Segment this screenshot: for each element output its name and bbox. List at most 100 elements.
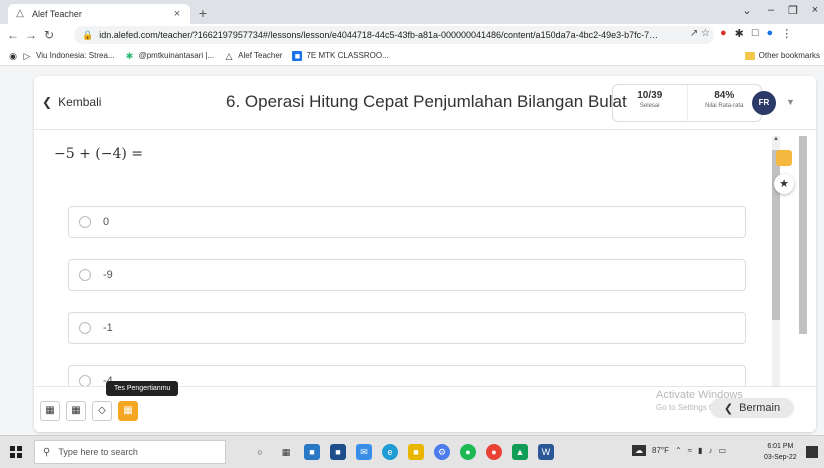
bookmark-label: Alef Teacher <box>238 51 283 60</box>
star-add-icon[interactable]: ★ <box>774 174 794 194</box>
bookmark-pmtku[interactable]: ✱ @pmtkuinantasari |... <box>125 50 215 61</box>
stat-completed-label: Selesai <box>639 103 660 109</box>
answer-text: -1 <box>103 322 113 334</box>
display-icon[interactable]: ▭ <box>718 446 726 455</box>
chevron-left-icon: ❮ <box>723 402 734 415</box>
tooltip: Tes Pengertianmu <box>106 381 179 396</box>
forward-arrow-icon[interactable]: → <box>22 28 40 42</box>
photos-app-icon[interactable]: ■ <box>304 444 320 460</box>
stat-average-label: Nilai Rata-rata <box>705 103 744 109</box>
answer-option[interactable]: 0 <box>68 206 746 238</box>
search-placeholder: Type here to search <box>58 447 138 457</box>
answer-option[interactable]: -1 <box>68 312 746 344</box>
new-tab-button[interactable]: + <box>195 5 211 21</box>
windows-start-icon[interactable] <box>10 446 22 458</box>
folder-icon <box>744 51 755 60</box>
mail-app-icon[interactable]: ✉ <box>356 444 372 460</box>
minimize-button[interactable]: – <box>760 4 782 16</box>
question-text: −5 + (−4) = <box>54 146 144 162</box>
radio-button[interactable] <box>79 216 91 228</box>
tab-search-icon[interactable]: ⌄ <box>736 4 758 17</box>
back-button[interactable]: ❮ Kembali <box>42 95 101 109</box>
extension-icons: ● ✱ □ ● ⋮ <box>720 27 792 40</box>
page-background: ❮ Kembali 6. Operasi Hitung Cepat Penjum… <box>0 66 824 435</box>
bookmark-viu[interactable]: ▷ Viu Indonesia: Strea... <box>22 51 115 61</box>
settings-app-icon[interactable]: ⚙ <box>434 444 450 460</box>
opera-extension-icon[interactable]: ● <box>720 27 727 40</box>
bookmark-label: @pmtkuinantasari |... <box>138 51 215 60</box>
close-tab-icon[interactable]: × <box>170 8 184 20</box>
profile-icon[interactable]: ● <box>767 27 774 40</box>
search-icon: ⚲ <box>43 446 51 458</box>
tool-button-2[interactable]: ▦ <box>66 401 86 421</box>
chrome-app-icon[interactable]: ● <box>486 444 502 460</box>
weather-temp: 87°F <box>652 446 669 455</box>
lesson-card: ❮ Kembali 6. Operasi Hitung Cepat Penjum… <box>34 76 816 432</box>
clock-time: 6:01 PM <box>767 443 794 450</box>
battery-icon[interactable]: ▮ <box>698 446 702 455</box>
whatsapp-app-icon[interactable]: ● <box>460 444 476 460</box>
bookmarks-bar: ◉ ▷ Viu Indonesia: Strea... ✱ @pmtkuinan… <box>0 46 824 66</box>
scroll-up-icon[interactable]: ▲ <box>772 136 780 142</box>
answer-text: -9 <box>103 269 113 281</box>
radio-button[interactable] <box>79 269 91 281</box>
close-window-button[interactable]: × <box>804 4 824 16</box>
notes-icon[interactable] <box>776 150 792 166</box>
reload-icon[interactable]: ↻ <box>40 28 58 42</box>
stat-completed-value: 10/39 <box>637 90 663 101</box>
play-button[interactable]: ❮ Bermain <box>710 398 794 418</box>
bookmark-alef[interactable]: △ Alef Teacher <box>224 50 283 61</box>
play-label: Bermain <box>739 402 781 414</box>
lock-icon: 🔒 <box>82 29 94 40</box>
back-arrow-icon[interactable]: ← <box>4 28 22 42</box>
puzzle-extension-icon[interactable]: ✱ <box>735 27 744 40</box>
taskbar-clock[interactable]: 6:01 PM 03-Sep-22 <box>764 441 797 463</box>
page-title: 6. Operasi Hitung Cepat Penjumlahan Bila… <box>226 92 627 111</box>
browser-tab[interactable]: △ Alef Teacher × <box>8 4 190 24</box>
alef-icon: △ <box>225 50 233 61</box>
stat-average-value: 84% <box>714 90 735 101</box>
lesson-footer: ▦ ▦ ◇ ▦ Tes Pengertianmu Activate Window… <box>34 381 816 432</box>
cortana-icon[interactable]: ○ <box>252 444 268 460</box>
clock-date: 03-Sep-22 <box>764 454 797 461</box>
edge-app-icon[interactable]: e <box>382 444 398 460</box>
store-app-icon[interactable]: ■ <box>330 444 346 460</box>
test-understanding-button[interactable]: ▦ <box>118 401 138 421</box>
apps-icon[interactable]: ◉ <box>8 51 18 61</box>
classroom-icon: ■ <box>292 50 303 61</box>
browser-tabstrip: △ Alef Teacher × + ⌄ – ❐ × <box>0 0 824 24</box>
tab-title: Alef Teacher <box>32 9 82 19</box>
volume-icon[interactable]: ♪ <box>708 446 712 455</box>
taskbar-search-input[interactable]: ⚲ Type here to search <box>34 440 226 464</box>
notifications-icon[interactable] <box>806 446 818 458</box>
taskbar: ⚲ Type here to search ○ ▦ ■ ■ ✉ e ■ ⚙ ● … <box>0 435 824 468</box>
weather-icon[interactable]: ☁ <box>632 445 646 456</box>
url-text: idn.alefed.com/teacher/?1662197957734#/l… <box>99 30 660 40</box>
task-view-icon[interactable]: ▦ <box>278 444 294 460</box>
back-label: Kembali <box>58 95 102 109</box>
network-icon[interactable]: ≈ <box>688 446 692 455</box>
chevron-down-icon[interactable]: ▼ <box>786 97 795 107</box>
chevron-up-icon[interactable]: ⌃ <box>675 446 682 455</box>
bookmark-classroom[interactable]: ■ 7E MTK CLASSROO... <box>292 50 389 61</box>
chevron-left-icon: ❮ <box>42 95 53 109</box>
word-app-icon[interactable]: W <box>538 444 554 460</box>
drive-app-icon[interactable]: ▲ <box>512 444 528 460</box>
tool-button-3[interactable]: ◇ <box>92 401 112 421</box>
url-input[interactable]: 🔒 idn.alefed.com/teacher/?1662197957734#… <box>74 26 714 44</box>
answer-option[interactable]: -9 <box>68 259 746 291</box>
avatar[interactable]: FR <box>752 91 776 115</box>
lesson-header: ❮ Kembali 6. Operasi Hitung Cepat Penjum… <box>34 76 816 130</box>
share-star-icons[interactable]: ↗ ☆ <box>690 28 710 39</box>
menu-icon[interactable]: ⋮ <box>781 27 792 40</box>
restore-button[interactable]: ❐ <box>782 4 804 17</box>
sparkle-icon: ✱ <box>125 50 134 61</box>
radio-button[interactable] <box>79 322 91 334</box>
explorer-app-icon[interactable]: ■ <box>408 444 424 460</box>
outer-scrollbar-thumb[interactable] <box>799 136 807 334</box>
stat-average: 84% Nilai Rata-rata <box>686 85 762 121</box>
other-bookmarks[interactable]: Other bookmarks <box>744 51 820 60</box>
tool-button-1[interactable]: ▦ <box>40 401 60 421</box>
stat-completed: 10/39 Selesai <box>613 85 687 121</box>
sidepanel-icon[interactable]: □ <box>752 27 759 40</box>
